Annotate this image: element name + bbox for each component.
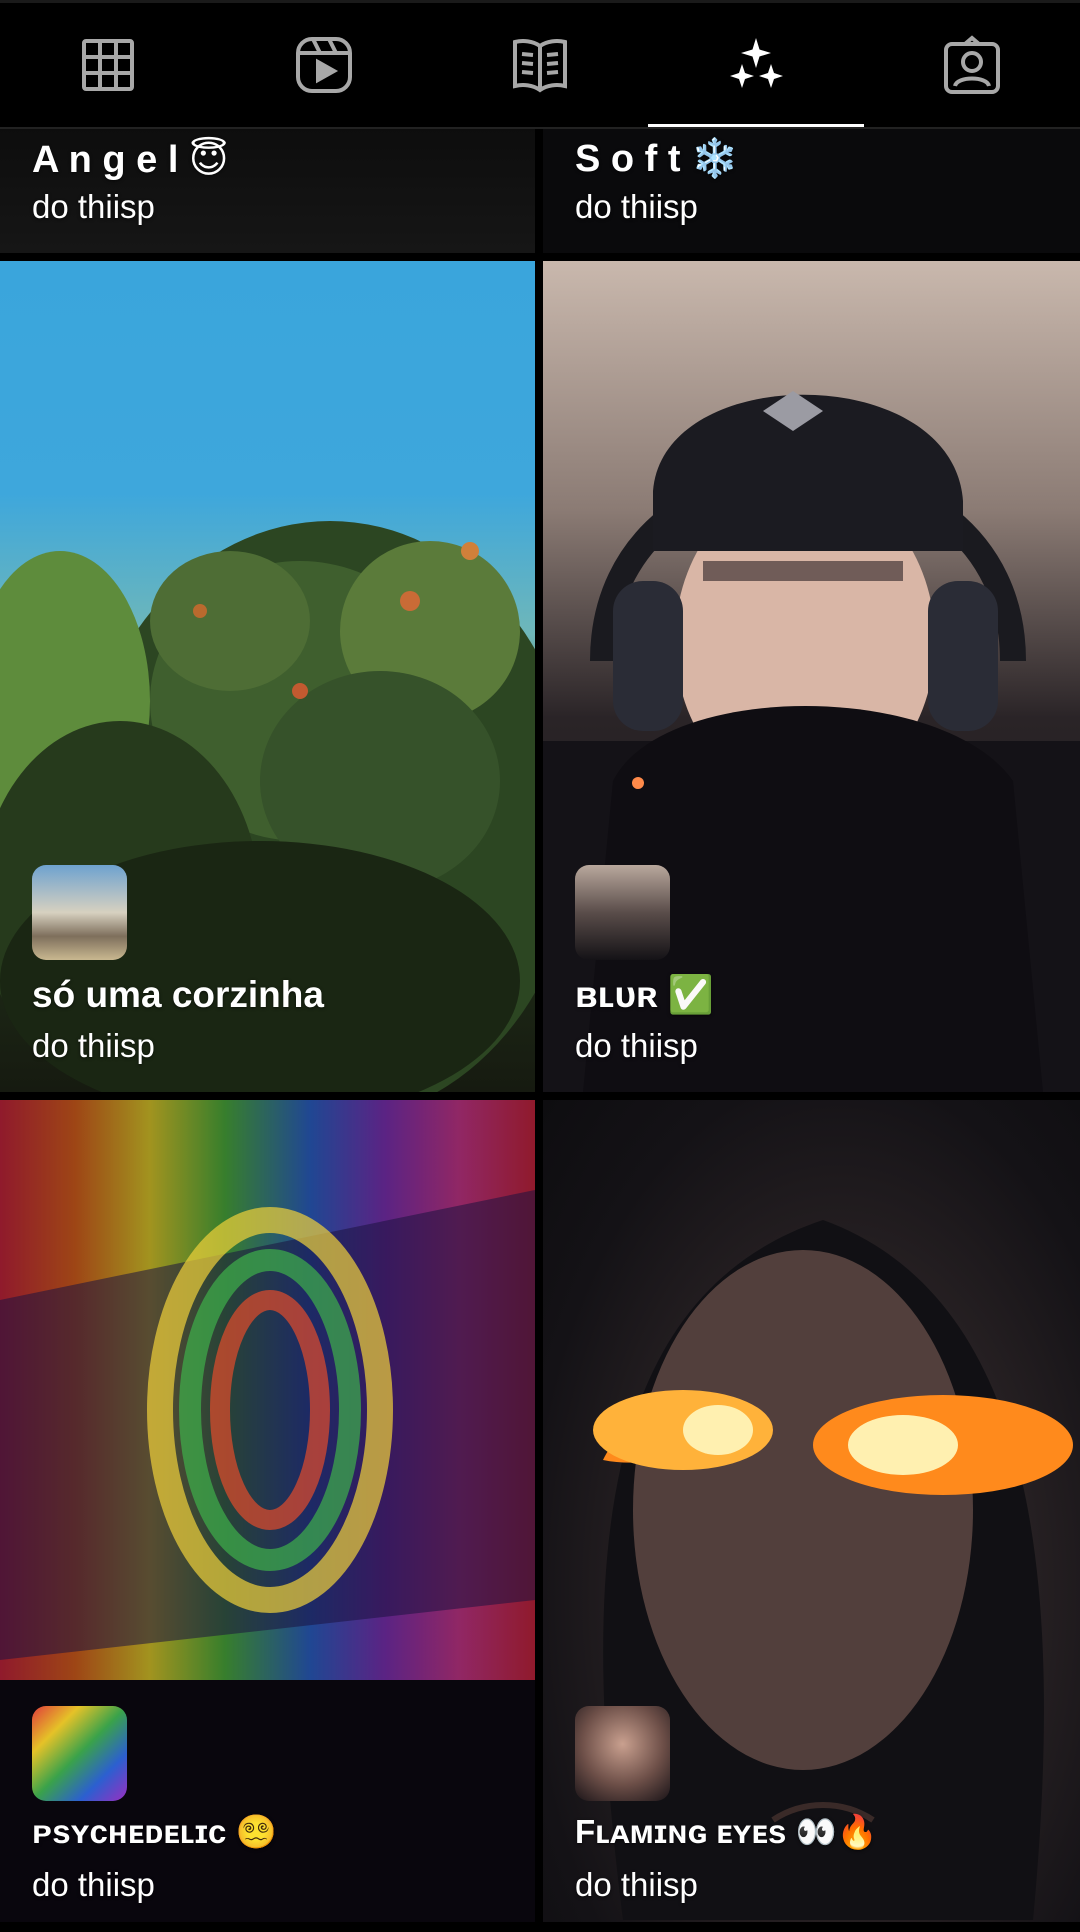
effect-title: Fʟᴀᴍɪɴɢ ᴇʏᴇs 👀🔥 (575, 1813, 878, 1850)
profile-tab-bar (0, 0, 1080, 127)
effect-author: do thiisp (32, 188, 155, 225)
tree-illustration (0, 521, 535, 1092)
effect-author: do thiisp (575, 1866, 698, 1903)
sunset-beach-thumbnail (32, 865, 127, 960)
effect-title: ʙʟᴜʀ ✅ (575, 974, 714, 1015)
effect-tile-soft[interactable]: S o f t ❄️ do thiisp (543, 127, 1080, 253)
tab-grid[interactable] (0, 3, 216, 127)
effect-title: A n g e l 😇 (32, 139, 229, 181)
effect-title: ᴘsʏᴄʜᴇᴅᴇʟɪᴄ 😵‍💫 (32, 1813, 277, 1850)
effect-tile-flaming-eyes[interactable]: Fʟᴀᴍɪɴɢ ᴇʏᴇs 👀🔥 do thiisp (543, 1100, 1080, 1922)
effect-title: S o f t ❄️ (575, 138, 739, 180)
reels-play-icon (296, 37, 352, 93)
person-selfie-thumbnail (575, 865, 670, 960)
effect-author: do thiisp (575, 188, 698, 225)
tagged-person-icon (944, 35, 1000, 94)
effect-tile-angel[interactable]: A n g e l 😇 do thiisp (0, 127, 535, 253)
rainbow-monitor-thumbnail (32, 1706, 127, 1801)
tab-effects[interactable] (648, 3, 864, 127)
guides-book-icon (513, 39, 567, 93)
effect-author: do thiisp (575, 1027, 698, 1064)
effect-tile-psychedelic[interactable]: ᴘsʏᴄʜᴇᴅᴇʟɪᴄ 😵‍💫 do thiisp (0, 1100, 535, 1922)
effect-tile-blur[interactable]: ʙʟᴜʀ ✅ do thiisp (543, 261, 1080, 1092)
grid-icon (82, 39, 134, 91)
tab-reels[interactable] (216, 3, 432, 127)
effect-title: só uma corzinha (32, 974, 324, 1015)
tab-guides[interactable] (432, 3, 648, 127)
effect-tile-so-uma-corzinha[interactable]: só uma corzinha do thiisp (0, 261, 535, 1092)
tab-bar-divider (0, 127, 1080, 129)
tab-tagged[interactable] (864, 3, 1080, 127)
sparkles-icon (730, 38, 783, 88)
person-with-headphones-illustration (543, 391, 1080, 1092)
effect-author: do thiisp (32, 1027, 155, 1064)
effect-author: do thiisp (32, 1866, 155, 1903)
flaming-eyes-thumbnail (575, 1706, 670, 1801)
